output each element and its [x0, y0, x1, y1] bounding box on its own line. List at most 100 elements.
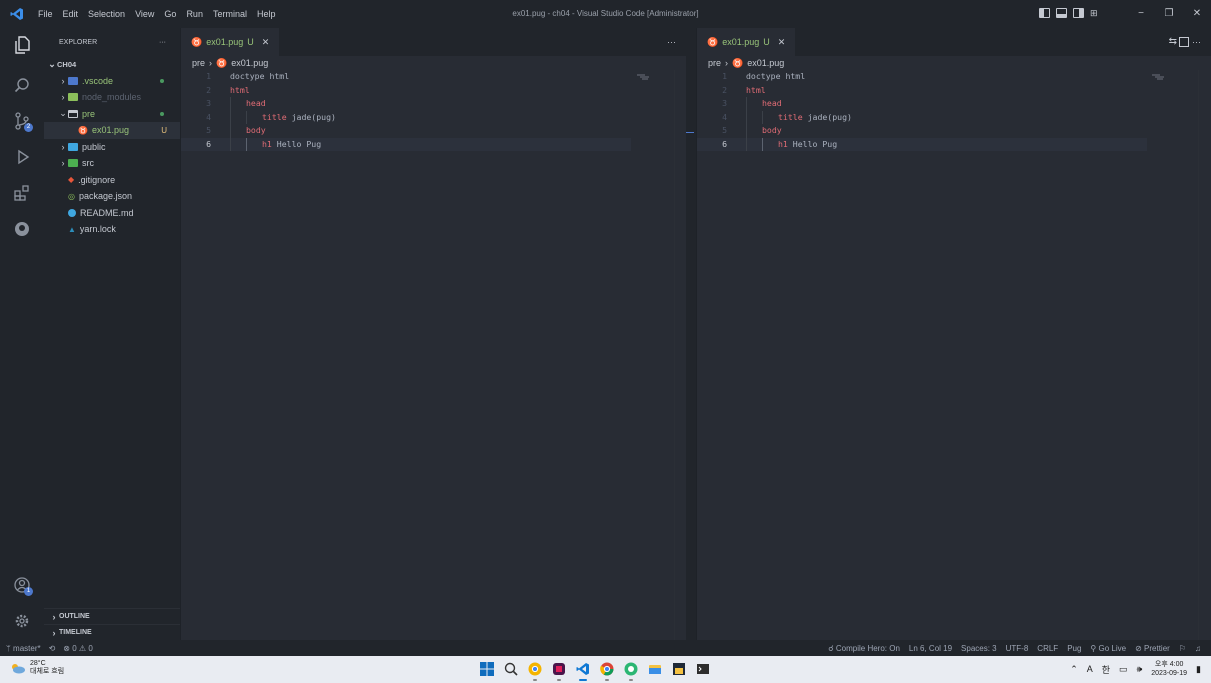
run-debug-icon[interactable] [11, 146, 33, 168]
monitor-icon[interactable]: ▭ [1119, 664, 1128, 675]
breadcrumb-folder[interactable]: pre [192, 58, 205, 68]
menu-view[interactable]: View [135, 9, 154, 19]
code-line[interactable]: 6 h1 Hello Pug [697, 137, 1147, 151]
code-line[interactable]: 4 title jade(pug) [181, 110, 686, 124]
notification-icon[interactable]: ▮ [1196, 664, 1201, 675]
tab-ex01-pug-right[interactable]: ♉ ex01.pug U ✕ [697, 28, 796, 56]
search-icon[interactable] [11, 74, 33, 96]
vertical-scrollbar[interactable] [1198, 70, 1209, 640]
encoding[interactable]: UTF-8 [1006, 644, 1029, 653]
breadcrumb-file[interactable]: ex01.pug [231, 58, 268, 68]
indentation[interactable]: Spaces: 3 [961, 644, 997, 653]
menu-go[interactable]: Go [164, 9, 176, 19]
menu-terminal[interactable]: Terminal [213, 9, 247, 19]
tree-item-node-modules[interactable]: › node_modules [44, 89, 180, 106]
menu-help[interactable]: Help [257, 9, 276, 19]
branch-indicator[interactable]: ᛘ master* [6, 644, 41, 653]
code-lines-left[interactable]: 1 doctype html 2 html 3 head 4 title jade(pug) 5… [181, 70, 686, 151]
code-line[interactable]: 2 html [181, 84, 686, 98]
ime-mode-a[interactable]: A [1087, 664, 1093, 674]
code-line[interactable]: 1 doctype html [697, 70, 1211, 84]
windows-start-icon[interactable] [478, 660, 496, 678]
compile-hero-status[interactable]: ☌ Compile Hero: On [828, 644, 900, 653]
close-tab-icon[interactable]: ✕ [778, 37, 786, 48]
code-lines-right[interactable]: 1 doctype html 2 html 3 head 4 title jade(pug) 5… [697, 70, 1211, 151]
menu-selection[interactable]: Selection [88, 9, 125, 19]
code-line[interactable]: 2 html [697, 84, 1211, 98]
toggle-secondary-sidebar-icon[interactable] [1073, 8, 1084, 18]
extensions-icon[interactable] [11, 182, 33, 204]
notifications-bell-icon[interactable]: ♫ [1195, 644, 1201, 653]
account-icon[interactable]: 1 [11, 574, 33, 596]
toggle-panel-icon[interactable] [1056, 8, 1067, 18]
vertical-scrollbar[interactable] [674, 70, 685, 640]
menu-edit[interactable]: Edit [63, 9, 79, 19]
code-line[interactable]: 3 head [697, 97, 1211, 111]
code-line[interactable]: 1 doctype html [181, 70, 686, 84]
tab-ex01-pug-left[interactable]: ♉ ex01.pug U ✕ [181, 28, 280, 56]
tree-item-readme-md[interactable]: README.md [44, 205, 180, 222]
terminal-icon[interactable] [694, 660, 712, 678]
settings-gear-icon[interactable] [11, 610, 33, 632]
outline-section[interactable]: › OUTLINE [44, 608, 180, 624]
prettier-button[interactable]: ⊘ Prettier [1135, 644, 1170, 653]
ime-mode-hangul[interactable]: 한 [1102, 663, 1110, 676]
hancom-icon[interactable] [622, 660, 640, 681]
minimize-button[interactable]: − [1127, 0, 1155, 28]
tree-item-package-json[interactable]: ◎ package.json [44, 188, 180, 205]
customize-layout-icon[interactable]: ⊞ [1090, 8, 1101, 18]
editor-more-actions-button[interactable]: ··· [667, 28, 676, 56]
compare-changes-icon[interactable]: ⇆ [1169, 28, 1177, 56]
split-divider[interactable] [686, 28, 696, 640]
menu-file[interactable]: File [38, 9, 53, 19]
tree-item-pre[interactable]: ⌄ pre [44, 106, 180, 123]
go-live-button[interactable]: ⚲ Go Live [1090, 644, 1126, 653]
source-control-icon[interactable]: 2 [11, 110, 33, 132]
close-window-button[interactable]: ✕ [1183, 0, 1211, 28]
toggle-primary-sidebar-icon[interactable] [1039, 8, 1050, 18]
line-endings[interactable]: CRLF [1037, 644, 1058, 653]
explorer-more-button[interactable]: ··· [159, 39, 166, 46]
github-icon[interactable] [11, 218, 33, 240]
file-explorer-icon[interactable] [646, 660, 664, 678]
sync-icon[interactable]: ⟲ [49, 644, 56, 653]
chrome-icon[interactable] [598, 660, 616, 681]
chrome-canary-icon[interactable] [526, 660, 544, 681]
code-line[interactable]: 6 h1 Hello Pug [181, 137, 631, 151]
tree-item-public[interactable]: › public [44, 139, 180, 156]
tree-item-gitignore[interactable]: ◆ .gitignore [44, 172, 180, 189]
cursor-position[interactable]: Ln 6, Col 19 [909, 644, 952, 653]
tree-item-vscode[interactable]: › .vscode [44, 73, 180, 90]
code-line[interactable]: 4 title jade(pug) [697, 110, 1211, 124]
close-tab-icon[interactable]: ✕ [262, 37, 270, 48]
restore-button[interactable]: ❐ [1155, 0, 1183, 28]
code-line[interactable]: 5 body [181, 124, 686, 138]
tree-item-yarn-lock[interactable]: ▲ yarn.lock [44, 221, 180, 238]
menu-run[interactable]: Run [186, 9, 203, 19]
sidebar-sections: › OUTLINE › TIMELINE [44, 608, 180, 640]
language-mode[interactable]: Pug [1067, 644, 1081, 653]
feedback-icon[interactable]: ⚐ [1179, 644, 1186, 653]
minimap[interactable] [637, 72, 651, 80]
split-editor-icon[interactable] [1179, 37, 1189, 47]
problems-indicator[interactable]: ⊗ 0 ⚠ 0 [63, 644, 92, 653]
breadcrumb-file[interactable]: ex01.pug [747, 58, 784, 68]
slack-icon[interactable] [550, 660, 568, 681]
chevron-up-icon[interactable]: ⌃ [1070, 664, 1078, 675]
volume-icon[interactable]: 🕪 [1137, 664, 1143, 675]
code-line[interactable]: 3 head [181, 97, 686, 111]
workspace-root[interactable]: ⌄ CH04 [44, 56, 180, 73]
breadcrumb-folder[interactable]: pre [708, 58, 721, 68]
clock[interactable]: 오후 4:00 2023-09-19 [1151, 660, 1187, 678]
vscode-taskbar-icon[interactable] [574, 660, 592, 681]
code-line[interactable]: 5 body [697, 124, 1211, 138]
taskbar-search-icon[interactable] [502, 660, 520, 678]
explorer-icon[interactable] [11, 34, 33, 56]
editor-more-actions-button[interactable]: ··· [1192, 28, 1201, 56]
minimap[interactable] [1152, 72, 1166, 80]
tree-item-src[interactable]: › src [44, 155, 180, 172]
tree-item-ex01-pug[interactable]: ♉ ex01.pug U [44, 122, 180, 139]
timeline-section[interactable]: › TIMELINE [44, 624, 180, 640]
weather-widget[interactable]: 28°C 대체로 흐림 [10, 660, 64, 676]
sticky-notes-icon[interactable] [670, 660, 688, 678]
